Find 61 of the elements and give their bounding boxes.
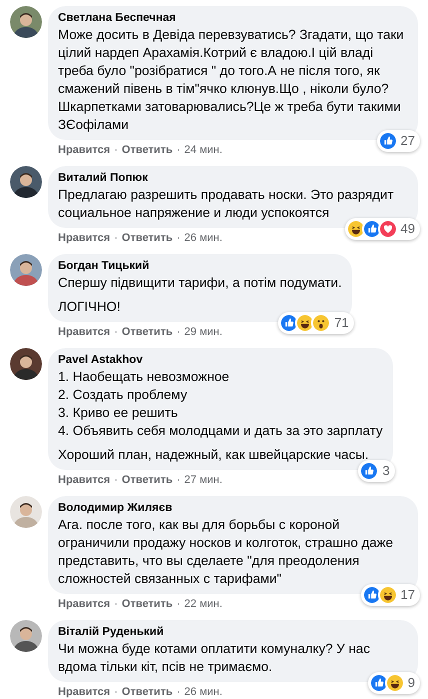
action-link[interactable]: Нравится [58,685,110,699]
timestamp[interactable]: 24 мин. [184,143,222,158]
separator-dot: · [114,143,118,158]
reaction-badge[interactable]: 9 [368,672,420,694]
author-name[interactable]: Pavel Astakhov [58,353,383,368]
like-reaction-icon [362,585,382,605]
laughing-face-icon [378,585,398,605]
timestamp[interactable]: 26 мин. [184,685,222,699]
separator-dot: · [176,231,180,246]
action-link[interactable]: Ответить [122,231,173,246]
action-link[interactable]: Ответить [122,597,173,612]
comment-text: 1. Наобещать невозможное 2. Создать проблему 3. Криво ее решить 4. Объявить себя молодцами и дать за это зарплату [58,368,383,440]
timestamp[interactable]: 27 мин. [184,473,222,488]
separator-dot: · [114,325,118,340]
action-link[interactable]: Ответить [122,473,173,488]
separator-dot: · [176,597,180,612]
reaction-count: 71 [334,315,349,331]
separator-dot: · [176,473,180,488]
reaction-count: 49 [400,221,415,237]
reaction-badge[interactable]: 71 [278,312,354,334]
author-name[interactable]: Володимир Жиляєв [58,501,408,516]
reaction-count: 17 [400,587,415,603]
reaction-badge[interactable]: 3 [358,460,395,482]
comment-text: ЛОГІЧНО! [58,298,122,316]
reaction-badge[interactable]: 17 [360,584,420,606]
author-name[interactable]: Виталий Попюк [58,171,408,186]
like-reaction-icon [359,461,380,481]
reaction-count: 9 [408,675,415,691]
like-reaction-icon [378,131,398,151]
author-name[interactable]: Богдан Тицький [58,259,342,274]
surprised-face-icon [311,313,332,333]
action-link[interactable]: Нравится [58,325,110,340]
action-link[interactable]: Нравится [58,597,110,612]
like-reaction-icon [362,219,382,239]
comment-text: Спершу підвищити тарифи, а потім подумати. [58,274,342,292]
reaction-count: 3 [382,463,390,479]
timestamp[interactable]: 29 мин. [184,325,222,340]
reaction-badge[interactable]: 27 [376,130,420,152]
separator-dot: · [114,685,118,699]
laughing-face-icon [384,673,405,693]
separator-dot: · [176,325,180,340]
reaction-badge[interactable]: 49 [344,218,420,240]
author-name[interactable]: Светлана Беспечная [58,11,408,26]
action-link[interactable]: Нравится [58,143,110,158]
action-link[interactable]: Нравится [58,473,110,488]
reaction-count: 27 [400,133,415,149]
timestamp[interactable]: 22 мин. [184,597,222,612]
separator-dot: · [114,231,118,246]
action-link[interactable]: Ответить [122,143,173,158]
separator-dot: · [114,597,118,612]
timestamp[interactable]: 26 мин. [184,231,222,246]
separator-dot: · [176,143,180,158]
separator-dot: · [176,685,180,699]
laughing-face-icon [346,219,366,239]
author-name[interactable]: Віталій Руденький [58,625,408,640]
action-link[interactable]: Нравится [58,231,110,246]
action-link[interactable]: Ответить [122,685,173,699]
separator-dot: · [114,473,118,488]
heart-reaction-icon [378,219,398,239]
like-reaction-icon [368,673,389,693]
action-link[interactable]: Ответить [122,325,173,340]
